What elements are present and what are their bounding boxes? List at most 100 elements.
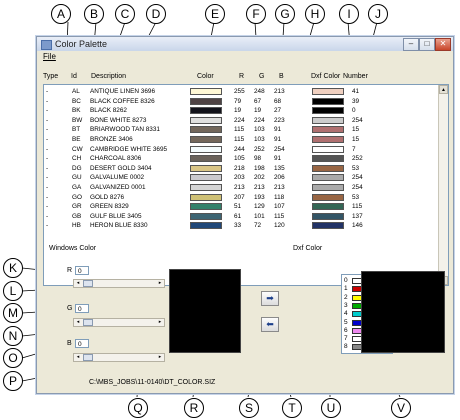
cell-id: BC xyxy=(72,97,81,105)
cell-description: BONE WHITE 8273 xyxy=(90,116,147,124)
dxf-color-swatch xyxy=(312,184,344,191)
blue-slider[interactable]: ◂ ▸ xyxy=(73,353,165,362)
color-table-list[interactable]: - HB HERON BLUE 8330 33 72 120 146 - GB GULF BLUE… xyxy=(43,84,449,286)
green-label: G xyxy=(67,305,73,312)
dxf-item-number: 4 xyxy=(344,310,348,318)
cell-number: 41 xyxy=(352,88,360,95)
green-slider[interactable]: ◂ ▸ xyxy=(73,318,165,327)
cell-id: BE xyxy=(72,136,81,143)
callout-b: B xyxy=(84,4,104,24)
table-row[interactable]: - GB GULF BLUE 3405 61 101 115 137 xyxy=(44,212,438,221)
copy-to-windows-button[interactable]: ⬅ xyxy=(261,317,279,332)
table-row[interactable]: - BE BRONZE 3406 115 103 91 15 xyxy=(44,135,438,144)
table-row[interactable]: - CW CAMBRIDGE WHITE 3695 244 252 254 7 xyxy=(44,145,438,154)
cell-number: 254 xyxy=(352,174,363,182)
green-slider-thumb[interactable] xyxy=(83,319,93,326)
dxf-color-swatch xyxy=(312,126,344,134)
callout-c: C xyxy=(115,4,135,24)
cell-r: 207 xyxy=(234,193,245,201)
header-description: Description xyxy=(91,73,127,80)
copy-to-dxf-button[interactable]: ➡ xyxy=(261,291,279,306)
table-row[interactable]: - GA GALVANIZED 0001 213 213 213 254 xyxy=(44,183,438,192)
table-row[interactable]: - AL ANTIQUE LINEN 3696 255 248 213 41 xyxy=(44,87,438,96)
cell-type: - xyxy=(46,193,49,201)
dxf-item-number: 5 xyxy=(344,318,348,326)
callout-a: A xyxy=(51,4,71,24)
cell-g: 198 xyxy=(254,164,265,172)
scroll-up-icon[interactable]: ▲ xyxy=(439,85,448,94)
color-swatch xyxy=(190,212,222,220)
table-row[interactable]: - BC BLACK COFFEE 8326 79 67 68 39 xyxy=(44,97,438,106)
table-row[interactable]: - CH CHARCOAL 8306 105 98 91 252 xyxy=(44,154,438,163)
cell-number: 254 xyxy=(352,184,363,191)
cell-r: 213 xyxy=(234,184,245,191)
red-slider-thumb[interactable] xyxy=(83,280,93,287)
cell-id: AL xyxy=(72,88,80,95)
blue-slider-thumb[interactable] xyxy=(83,354,93,361)
cell-description: BLACK COFFEE 8326 xyxy=(90,97,155,105)
color-swatch xyxy=(190,155,222,163)
callout-n: N xyxy=(3,326,23,346)
table-row[interactable]: - GU GALVALUME 0002 203 202 206 254 xyxy=(44,173,438,182)
cell-id: BT xyxy=(72,126,81,134)
table-row[interactable]: - BT BRIARWOOD TAN 8331 115 103 91 15 xyxy=(44,125,438,134)
blue-value-input[interactable]: 0 xyxy=(75,339,89,348)
slider-right-arrow-icon[interactable]: ▸ xyxy=(156,319,164,326)
green-value-input[interactable]: 0 xyxy=(75,304,89,313)
cell-number: 115 xyxy=(352,203,363,211)
table-row[interactable]: - DG DESERT GOLD 3404 218 198 135 53 xyxy=(44,164,438,173)
close-button[interactable]: ✕ xyxy=(435,38,451,51)
cell-g: 202 xyxy=(254,174,265,182)
cell-r: 79 xyxy=(234,97,242,105)
cell-type: - xyxy=(46,174,49,182)
cell-description: GALVANIZED 0001 xyxy=(90,184,146,191)
cell-description: CHARCOAL 8306 xyxy=(90,155,142,163)
dxf-color-preview xyxy=(361,271,445,353)
color-swatch xyxy=(190,145,222,153)
red-slider[interactable]: ◂ ▸ xyxy=(73,279,165,288)
table-row[interactable]: - HB HERON BLUE 8330 33 72 120 146 xyxy=(44,221,438,230)
menu-file[interactable]: File xyxy=(43,52,56,61)
cell-id: GO xyxy=(72,193,82,201)
cell-number: 39 xyxy=(352,97,360,105)
cell-id: BW xyxy=(72,116,83,124)
table-row[interactable]: - GO GOLD 8276 207 193 118 53 xyxy=(44,193,438,202)
callout-q: Q xyxy=(128,398,148,418)
slider-left-arrow-icon[interactable]: ◂ xyxy=(74,354,82,361)
maximize-button[interactable]: □ xyxy=(419,38,435,51)
cell-type: - xyxy=(46,126,49,134)
table-row[interactable]: - GR GREEN 8329 51 129 107 115 xyxy=(44,202,438,211)
table-row[interactable]: - BW BONE WHITE 8273 224 224 223 254 xyxy=(44,116,438,125)
color-swatch xyxy=(190,107,222,115)
table-scrollbar[interactable]: ▲ ▼ xyxy=(438,85,448,285)
file-path-label: C:\MBS_JOBS\11-0140\DT_COLOR.SIZ xyxy=(89,379,216,386)
dxf-color-swatch xyxy=(312,174,344,182)
cell-g: 103 xyxy=(254,136,265,143)
header-color: Color xyxy=(197,73,214,80)
cell-b: 91 xyxy=(274,126,282,134)
slider-left-arrow-icon[interactable]: ◂ xyxy=(74,280,82,287)
cell-g: 101 xyxy=(254,212,265,220)
slider-right-arrow-icon[interactable]: ▸ xyxy=(156,280,164,287)
cell-g: 129 xyxy=(254,203,265,211)
minimize-button[interactable]: – xyxy=(403,38,419,51)
slider-right-arrow-icon[interactable]: ▸ xyxy=(156,354,164,361)
color-swatch xyxy=(190,136,222,143)
cell-g: 19 xyxy=(254,107,262,115)
cell-id: GA xyxy=(72,184,82,191)
dxf-item-number: 8 xyxy=(344,343,348,351)
cell-b: 107 xyxy=(274,203,285,211)
red-value-input[interactable]: 0 xyxy=(75,266,89,275)
windows-color-label: Windows Color xyxy=(49,245,97,252)
color-swatch xyxy=(190,116,222,124)
dxf-color-swatch xyxy=(312,145,344,153)
title-bar[interactable]: Color Palette – □ ✕ xyxy=(37,37,453,51)
table-row[interactable]: - BK BLACK 8262 19 19 27 0 xyxy=(44,106,438,115)
dxf-item-number: 3 xyxy=(344,301,348,309)
slider-left-arrow-icon[interactable]: ◂ xyxy=(74,319,82,326)
cell-description: BRONZE 3406 xyxy=(90,136,133,143)
cell-b: 27 xyxy=(274,107,282,115)
cell-g: 213 xyxy=(254,184,265,191)
color-swatch xyxy=(190,88,222,95)
cell-r: 255 xyxy=(234,88,245,95)
